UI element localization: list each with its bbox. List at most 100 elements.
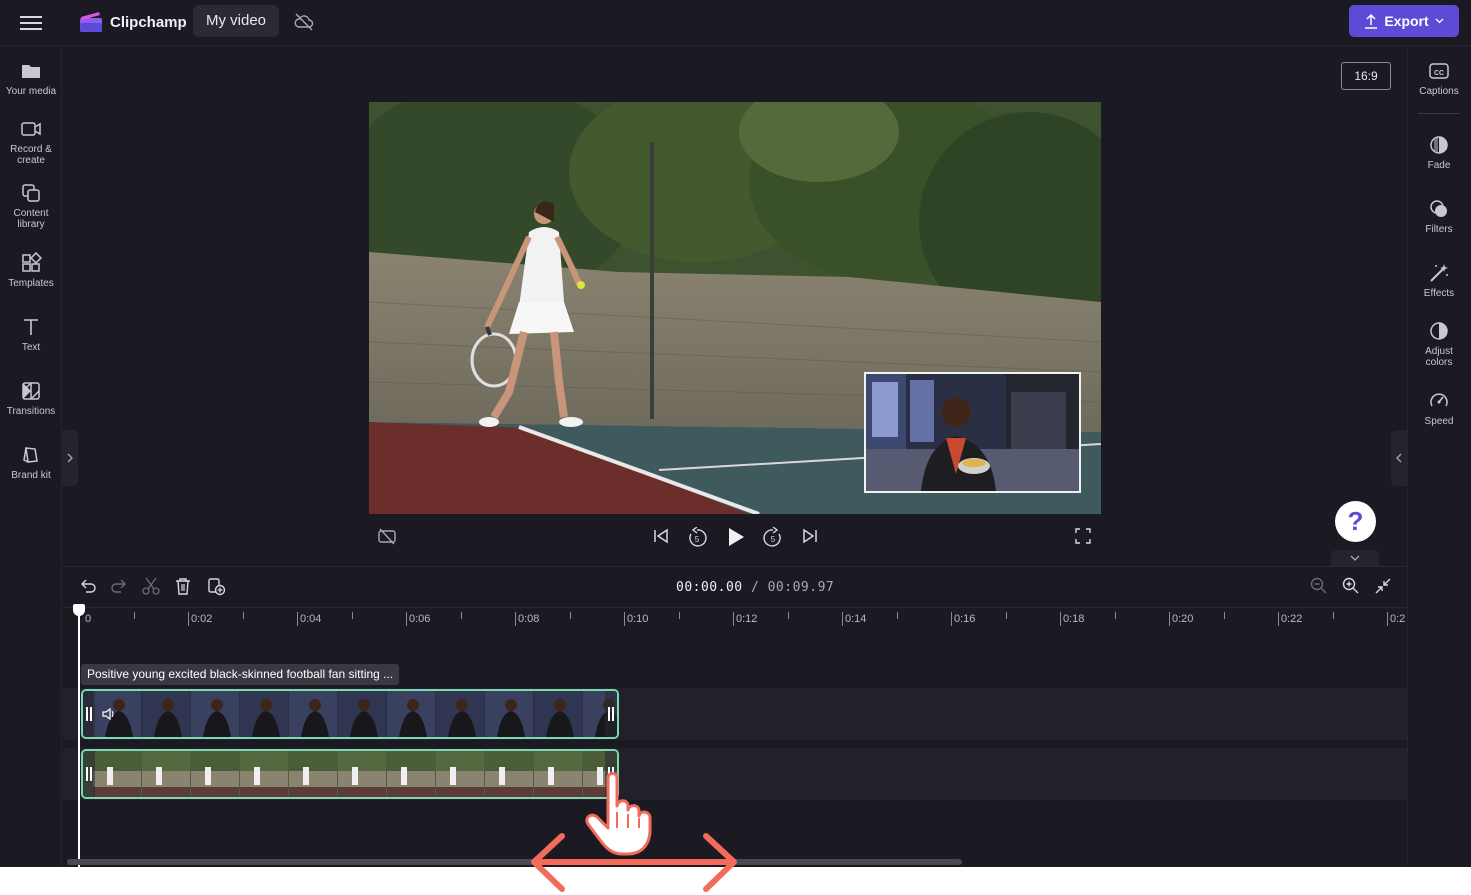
expand-right-panel[interactable] — [1391, 430, 1407, 486]
export-button[interactable]: Export — [1349, 5, 1459, 37]
thumbnail-wall — [534, 771, 582, 787]
playhead[interactable] — [78, 606, 80, 867]
zoom-out-icon[interactable] — [1309, 576, 1329, 596]
volume-icon[interactable] — [101, 707, 115, 721]
sidebar-item-record-create[interactable]: Record & create — [0, 118, 62, 166]
clipchamp-editor: Clipchamp My video Export Your media Rec… — [0, 0, 1471, 867]
delete-icon[interactable] — [173, 576, 193, 596]
svg-text:5: 5 — [695, 535, 700, 544]
sidebar-item-fade[interactable]: Fade — [1408, 134, 1470, 171]
library-icon — [22, 184, 40, 202]
main-clip[interactable] — [81, 749, 619, 799]
sidebar-item-templates[interactable]: Templates — [0, 252, 62, 289]
play-icon[interactable] — [725, 526, 747, 548]
ruler-label: 0:02 — [191, 613, 213, 625]
thumbnail-court — [436, 787, 484, 797]
sidebar-label: Transitions — [6, 406, 56, 417]
menu-icon[interactable] — [18, 12, 44, 34]
project-title[interactable]: My video — [193, 5, 280, 37]
ruler-major-tick — [406, 612, 407, 626]
hide-preview-icon[interactable] — [377, 526, 397, 546]
thumbnail-player — [450, 767, 456, 785]
sidebar-label: Captions — [1419, 86, 1459, 97]
zoom-in-icon[interactable] — [1341, 576, 1361, 596]
speed-icon — [1430, 393, 1448, 407]
ruler-label: 0:10 — [627, 613, 649, 625]
picture-in-picture-overlay[interactable] — [864, 372, 1081, 493]
filters-icon — [1430, 200, 1447, 217]
aspect-ratio-button[interactable]: 16:9 — [1341, 62, 1391, 90]
ruler-label: 0:06 — [409, 613, 431, 625]
skip-forward-icon[interactable] — [800, 526, 820, 546]
clip-start-handle[interactable] — [83, 691, 95, 737]
timeline-ruler[interactable] — [63, 607, 1407, 637]
thumbnail-wall — [436, 771, 484, 787]
clip-end-handle[interactable] — [605, 751, 617, 797]
expand-left-panel[interactable] — [62, 430, 78, 486]
sidebar-item-content-library[interactable]: Content library — [0, 182, 62, 230]
skip-back-icon[interactable] — [651, 526, 671, 546]
forward-5s-icon[interactable]: 5 — [762, 527, 784, 549]
overlay-clip-thumbnails — [83, 691, 617, 737]
thumbnail-head — [211, 699, 223, 711]
thumbnail-player — [107, 767, 113, 785]
collapse-help-tab[interactable] — [1331, 550, 1379, 566]
current-time: 00:00.00 — [676, 580, 743, 595]
ruler-label: 0:12 — [736, 613, 758, 625]
sidebar-item-filters[interactable]: Filters — [1408, 198, 1470, 235]
svg-text:5: 5 — [771, 535, 776, 544]
thumbnail-player — [205, 767, 211, 785]
sidebar-item-brand-kit[interactable]: Brand kit — [0, 444, 62, 481]
sidebar-item-transitions[interactable]: Transitions — [0, 380, 62, 417]
rewind-5s-icon[interactable]: 5 — [686, 527, 708, 549]
ruler-major-tick — [297, 612, 298, 626]
ruler-major-tick — [1169, 612, 1170, 626]
cloud-off-icon[interactable] — [293, 12, 315, 32]
sidebar-label: Adjust colors — [1425, 346, 1453, 368]
ruler-minor-tick — [896, 612, 898, 619]
redo-icon[interactable] — [109, 576, 129, 596]
split-icon[interactable] — [141, 576, 161, 596]
svg-text:CC: CC — [1434, 70, 1444, 77]
brand-kit-icon — [23, 447, 38, 463]
thumbnail-court — [240, 787, 288, 797]
ruler-major-tick — [624, 612, 625, 626]
ruler-minor-tick — [1114, 612, 1116, 619]
thumbnail-head — [309, 699, 321, 711]
sidebar-label: Your media — [5, 86, 57, 97]
undo-icon[interactable] — [78, 576, 98, 596]
sidebar-item-speed[interactable]: Speed — [1408, 390, 1470, 427]
clip-end-handle[interactable] — [605, 691, 617, 737]
thumbnail-court — [142, 787, 190, 797]
camera-icon — [21, 122, 41, 136]
duplicate-icon[interactable] — [206, 576, 226, 596]
sidebar-item-captions[interactable]: CC Captions — [1408, 60, 1470, 97]
help-button[interactable]: ? — [1335, 501, 1376, 542]
sidebar-item-your-media[interactable]: Your media — [0, 60, 62, 97]
ruler-label: 0:18 — [1063, 613, 1085, 625]
thumbnail-head — [456, 699, 468, 711]
football-fan-image — [866, 374, 1079, 491]
sidebar-item-adjust-colors[interactable]: Adjust colors — [1408, 320, 1470, 368]
ruler-label: 0:22 — [1281, 613, 1303, 625]
sidebar-label: Speed — [1424, 416, 1454, 427]
ruler-minor-tick — [133, 612, 135, 619]
thumbnail-wall — [338, 771, 386, 787]
thumbnail-head — [260, 699, 272, 711]
timecode: 00:00.00 / 00:09.97 — [676, 580, 834, 595]
ruler-minor-tick — [1005, 612, 1007, 619]
ruler-major-tick — [1060, 612, 1061, 626]
sidebar-item-effects[interactable]: Effects — [1408, 262, 1470, 299]
clip-start-handle[interactable] — [83, 751, 95, 797]
fullscreen-icon[interactable] — [1073, 526, 1093, 546]
overlay-clip[interactable] — [81, 689, 619, 739]
thumbnail-player — [548, 767, 554, 785]
timeline-scrollbar[interactable] — [67, 859, 962, 865]
sidebar-item-text[interactable]: Text — [0, 316, 62, 353]
ruler-major-tick — [733, 612, 734, 626]
fit-timeline-icon[interactable] — [1373, 576, 1393, 596]
thumbnail-wall — [387, 771, 435, 787]
top-bar: Clipchamp My video Export — [0, 0, 1471, 46]
effects-icon — [1430, 264, 1448, 282]
thumbnail-player — [254, 767, 260, 785]
